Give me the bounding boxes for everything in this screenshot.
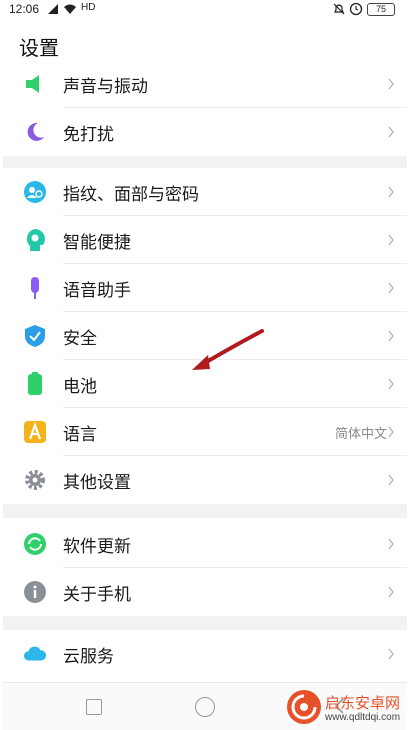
settings-section-system: 软件更新 关于手机 [3, 520, 407, 616]
chevron-right-icon [388, 126, 394, 138]
settings-screen: 12:06 HD 75 设置 声音与振动 免打扰 指纹、面部与密码 智能便捷 语… [3, 0, 407, 730]
settings-item-label: 电池 [63, 376, 97, 397]
settings-item-label: 指纹、面部与密码 [63, 184, 199, 205]
chevron-right-icon [388, 586, 394, 598]
chevron-right-icon [388, 234, 394, 246]
section-gap [3, 156, 407, 168]
settings-item-about-phone[interactable]: 关于手机 [3, 568, 407, 616]
moon-icon [23, 120, 47, 144]
settings-item-label: 语音助手 [63, 280, 131, 301]
settings-item-label: 声音与振动 [63, 76, 148, 97]
info-icon [23, 580, 47, 604]
chevron-right-icon [388, 78, 394, 90]
smart-head-icon [23, 228, 47, 252]
settings-item-fingerprint-face-password[interactable]: 指纹、面部与密码 [3, 168, 407, 216]
battery-indicator: 75 [367, 3, 395, 16]
wifi-icon [64, 4, 76, 14]
chevron-right-icon [388, 474, 394, 486]
chevron-right-icon [388, 282, 394, 294]
settings-item-sound[interactable]: 声音与振动 [3, 60, 407, 108]
settings-item-software-update[interactable]: 软件更新 [3, 520, 407, 568]
chevron-right-icon [388, 186, 394, 198]
settings-item-label: 其他设置 [63, 472, 131, 493]
language-current-value: 简体中文 [334, 426, 387, 442]
gear-icon [23, 468, 47, 492]
settings-section-sound: 声音与振动 免打扰 [3, 60, 407, 156]
chevron-right-icon [388, 648, 394, 660]
settings-item-label: 软件更新 [63, 536, 131, 557]
network-type-label: HD [81, 2, 96, 13]
watermark-title: 启东安卓网 [325, 694, 401, 712]
chevron-right-icon [388, 538, 394, 550]
home-button[interactable] [195, 697, 215, 717]
mute-bell-icon [333, 3, 345, 15]
settings-item-label: 智能便捷 [63, 232, 131, 253]
battery-icon [23, 372, 47, 396]
page-title: 设置 [19, 36, 59, 60]
status-bar: 12:06 HD 75 [3, 0, 407, 20]
cloud-icon [23, 642, 47, 666]
alarm-icon [349, 2, 363, 16]
settings-item-other-settings[interactable]: 其他设置 [3, 456, 407, 504]
settings-item-label: 免打扰 [63, 124, 114, 145]
section-gap [3, 616, 407, 630]
shield-icon [23, 324, 47, 348]
settings-item-label: 云服务 [63, 646, 114, 667]
settings-item-do-not-disturb[interactable]: 免打扰 [3, 108, 407, 156]
settings-item-label: 安全 [63, 328, 97, 349]
settings-section-cloud: 云服务 [3, 630, 407, 678]
settings-item-voice-assistant[interactable]: 语音助手 [3, 264, 407, 312]
update-icon [23, 532, 47, 556]
section-gap [3, 504, 407, 518]
site-watermark: 启东安卓网 www.qdltdqi.com [281, 688, 407, 730]
settings-item-label: 语言 [63, 424, 97, 445]
settings-item-language[interactable]: 语言 简体中文 [3, 408, 407, 456]
speaker-icon [23, 72, 47, 96]
chevron-right-icon [388, 426, 394, 438]
face-fingerprint-icon [23, 180, 47, 204]
settings-item-smart-convenience[interactable]: 智能便捷 [3, 216, 407, 264]
microphone-icon [23, 276, 47, 300]
settings-item-cloud-service[interactable]: 云服务 [3, 630, 407, 678]
language-a-icon [23, 420, 47, 444]
recent-apps-button[interactable] [86, 699, 102, 715]
watermark-logo-icon [287, 690, 321, 724]
annotation-arrow-icon [192, 329, 264, 370]
settings-item-label: 关于手机 [63, 584, 131, 605]
signal-icon [48, 4, 58, 14]
watermark-url: www.qdltdqi.com [325, 712, 401, 723]
chevron-right-icon [388, 330, 394, 342]
status-time: 12:06 [9, 2, 40, 16]
chevron-right-icon [388, 378, 394, 390]
